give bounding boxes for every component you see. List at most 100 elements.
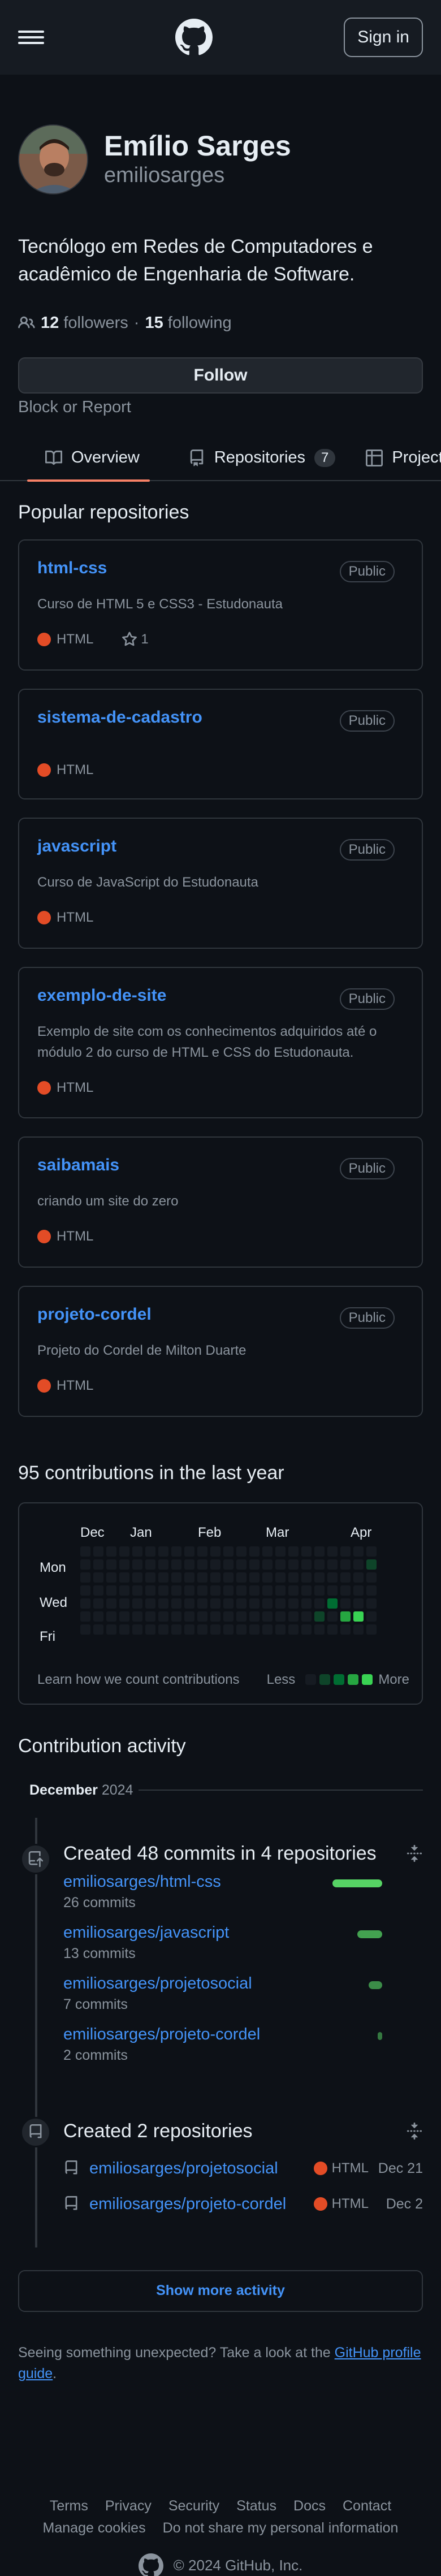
contribution-day-cell[interactable] xyxy=(93,1546,103,1557)
contribution-day-cell[interactable] xyxy=(171,1624,181,1635)
contribution-day-cell[interactable] xyxy=(184,1559,194,1570)
tab-overview[interactable]: Overview xyxy=(27,435,150,482)
contribution-day-cell[interactable] xyxy=(314,1598,325,1609)
created-repo-link[interactable]: emiliosarges/projetosocial xyxy=(89,2159,314,2178)
contribution-day-cell[interactable] xyxy=(145,1624,155,1635)
hamburger-icon[interactable] xyxy=(18,28,44,47)
contribution-day-cell[interactable] xyxy=(314,1624,325,1635)
contribution-day-cell[interactable] xyxy=(184,1546,194,1557)
contribution-day-cell[interactable] xyxy=(223,1559,234,1570)
contribution-day-cell[interactable] xyxy=(262,1611,273,1622)
contribution-day-cell[interactable] xyxy=(275,1624,286,1635)
contribution-day-cell[interactable] xyxy=(106,1559,116,1570)
contribution-day-cell[interactable] xyxy=(314,1546,325,1557)
contribution-day-cell[interactable] xyxy=(262,1572,273,1583)
contribution-day-cell[interactable] xyxy=(184,1611,194,1622)
fold-icon[interactable] xyxy=(406,2123,423,2140)
contribution-day-cell[interactable] xyxy=(340,1611,351,1622)
contribution-day-cell[interactable] xyxy=(314,1559,325,1570)
contribution-day-cell[interactable] xyxy=(210,1546,220,1557)
contribution-day-cell[interactable] xyxy=(327,1559,338,1570)
contribution-day-cell[interactable] xyxy=(106,1598,116,1609)
footer-link-manage-cookies[interactable]: Manage cookies xyxy=(43,2520,146,2536)
contribution-day-cell[interactable] xyxy=(93,1559,103,1570)
github-logo-icon[interactable] xyxy=(138,2553,163,2576)
contribution-day-cell[interactable] xyxy=(119,1572,129,1583)
tab-projects[interactable]: Projects xyxy=(366,435,441,481)
contribution-day-cell[interactable] xyxy=(119,1585,129,1596)
contribution-day-cell[interactable] xyxy=(197,1624,207,1635)
contribution-day-cell[interactable] xyxy=(80,1598,90,1609)
contribution-day-cell[interactable] xyxy=(171,1572,181,1583)
contribution-day-cell[interactable] xyxy=(145,1546,155,1557)
contribution-day-cell[interactable] xyxy=(106,1585,116,1596)
repo-link[interactable]: javascript xyxy=(37,837,116,855)
commit-repo-link[interactable]: emiliosarges/projeto-cordel xyxy=(63,2025,260,2043)
contribution-day-cell[interactable] xyxy=(236,1546,247,1557)
contribution-day-cell[interactable] xyxy=(236,1611,247,1622)
contribution-day-cell[interactable] xyxy=(210,1598,220,1609)
contribution-day-cell[interactable] xyxy=(340,1598,351,1609)
contribution-day-cell[interactable] xyxy=(119,1611,129,1622)
contribution-day-cell[interactable] xyxy=(288,1624,299,1635)
contribution-day-cell[interactable] xyxy=(275,1572,286,1583)
contribution-day-cell[interactable] xyxy=(158,1546,168,1557)
contribution-day-cell[interactable] xyxy=(132,1559,142,1570)
footer-link-contact[interactable]: Contact xyxy=(343,2498,391,2514)
contribution-day-cell[interactable] xyxy=(340,1559,351,1570)
commit-count[interactable]: 2 commits xyxy=(63,2047,260,2064)
contribution-day-cell[interactable] xyxy=(236,1598,247,1609)
contribution-day-cell[interactable] xyxy=(249,1611,260,1622)
stargazers-link[interactable]: 1 xyxy=(122,632,149,647)
contribution-day-cell[interactable] xyxy=(340,1585,351,1596)
contribution-day-cell[interactable] xyxy=(288,1559,299,1570)
contribution-day-cell[interactable] xyxy=(366,1611,377,1622)
contribution-day-cell[interactable] xyxy=(301,1611,312,1622)
contribution-day-cell[interactable] xyxy=(197,1611,207,1622)
contribution-day-cell[interactable] xyxy=(119,1598,129,1609)
contribution-day-cell[interactable] xyxy=(119,1546,129,1557)
contribution-day-cell[interactable] xyxy=(288,1546,299,1557)
contribution-day-cell[interactable] xyxy=(301,1585,312,1596)
contribution-day-cell[interactable] xyxy=(210,1611,220,1622)
contribution-day-cell[interactable] xyxy=(327,1546,338,1557)
contribution-day-cell[interactable] xyxy=(197,1585,207,1596)
contribution-day-cell[interactable] xyxy=(223,1611,234,1622)
contribution-day-cell[interactable] xyxy=(275,1598,286,1609)
contribution-day-cell[interactable] xyxy=(197,1546,207,1557)
contribution-day-cell[interactable] xyxy=(197,1598,207,1609)
contribution-day-cell[interactable] xyxy=(249,1559,260,1570)
contribution-day-cell[interactable] xyxy=(275,1611,286,1622)
contribution-day-cell[interactable] xyxy=(301,1546,312,1557)
footer-link-terms[interactable]: Terms xyxy=(50,2498,88,2514)
contribution-day-cell[interactable] xyxy=(80,1559,90,1570)
commit-repo-link[interactable]: emiliosarges/html-css xyxy=(63,1873,221,1891)
contribution-day-cell[interactable] xyxy=(301,1598,312,1609)
contribution-day-cell[interactable] xyxy=(275,1546,286,1557)
contribution-day-cell[interactable] xyxy=(327,1585,338,1596)
avatar[interactable] xyxy=(18,124,88,195)
github-logo-icon[interactable] xyxy=(175,19,213,56)
contribution-day-cell[interactable] xyxy=(366,1585,377,1596)
contribution-day-cell[interactable] xyxy=(249,1598,260,1609)
contribution-day-cell[interactable] xyxy=(210,1585,220,1596)
contribution-day-cell[interactable] xyxy=(132,1585,142,1596)
learn-contributions-link[interactable]: Learn how we count contributions xyxy=(37,1672,240,1688)
contribution-day-cell[interactable] xyxy=(171,1598,181,1609)
followers-link[interactable]: 12 followers xyxy=(41,314,128,332)
contribution-day-cell[interactable] xyxy=(80,1572,90,1583)
contribution-day-cell[interactable] xyxy=(158,1559,168,1570)
commit-repo-link[interactable]: emiliosarges/projetosocial xyxy=(63,1974,252,1992)
contribution-day-cell[interactable] xyxy=(262,1585,273,1596)
contribution-day-cell[interactable] xyxy=(340,1572,351,1583)
contribution-day-cell[interactable] xyxy=(288,1611,299,1622)
contribution-day-cell[interactable] xyxy=(210,1572,220,1583)
contribution-day-cell[interactable] xyxy=(80,1611,90,1622)
contribution-day-cell[interactable] xyxy=(366,1598,377,1609)
contribution-day-cell[interactable] xyxy=(93,1598,103,1609)
contribution-day-cell[interactable] xyxy=(80,1624,90,1635)
contribution-day-cell[interactable] xyxy=(353,1624,364,1635)
tab-repositories[interactable]: Repositories 7 xyxy=(170,435,346,481)
contribution-day-cell[interactable] xyxy=(327,1611,338,1622)
repo-link[interactable]: saibamais xyxy=(37,1156,119,1174)
